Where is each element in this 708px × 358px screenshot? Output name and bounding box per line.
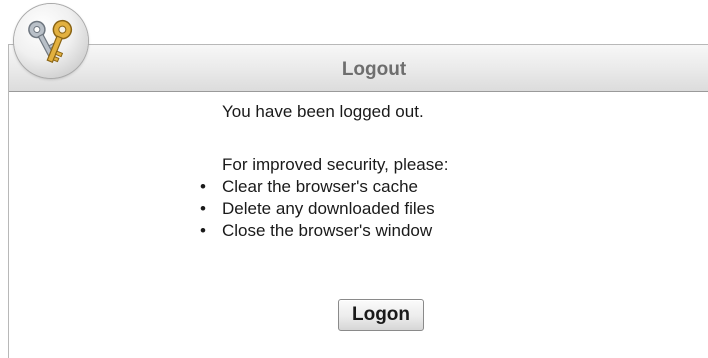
security-tips-list: • Clear the browser's cache • Delete any d… xyxy=(200,176,435,242)
keys-icon xyxy=(14,4,88,78)
security-intro-text: For improved security, please: xyxy=(222,155,449,174)
logout-page: Logout You have been logged out. For imp… xyxy=(0,0,708,358)
tip-text: Delete any downloaded files xyxy=(222,199,435,218)
dialog-titlebar: Logout xyxy=(9,45,708,92)
logon-button[interactable]: Logon xyxy=(338,299,424,331)
bullet-icon: • xyxy=(200,221,206,240)
dialog-title: Logout xyxy=(341,59,407,80)
bullet-icon: • xyxy=(200,199,206,218)
list-item: • Clear the browser's cache xyxy=(200,176,435,198)
list-item: • Close the browser's window xyxy=(200,220,435,242)
logged-out-text: You have been logged out. xyxy=(222,102,424,121)
bullet-icon: • xyxy=(200,177,206,196)
tip-text: Clear the browser's cache xyxy=(222,177,418,196)
tip-text: Close the browser's window xyxy=(222,221,433,240)
list-item: • Delete any downloaded files xyxy=(200,198,435,220)
keys-icon-graphic xyxy=(28,19,73,64)
